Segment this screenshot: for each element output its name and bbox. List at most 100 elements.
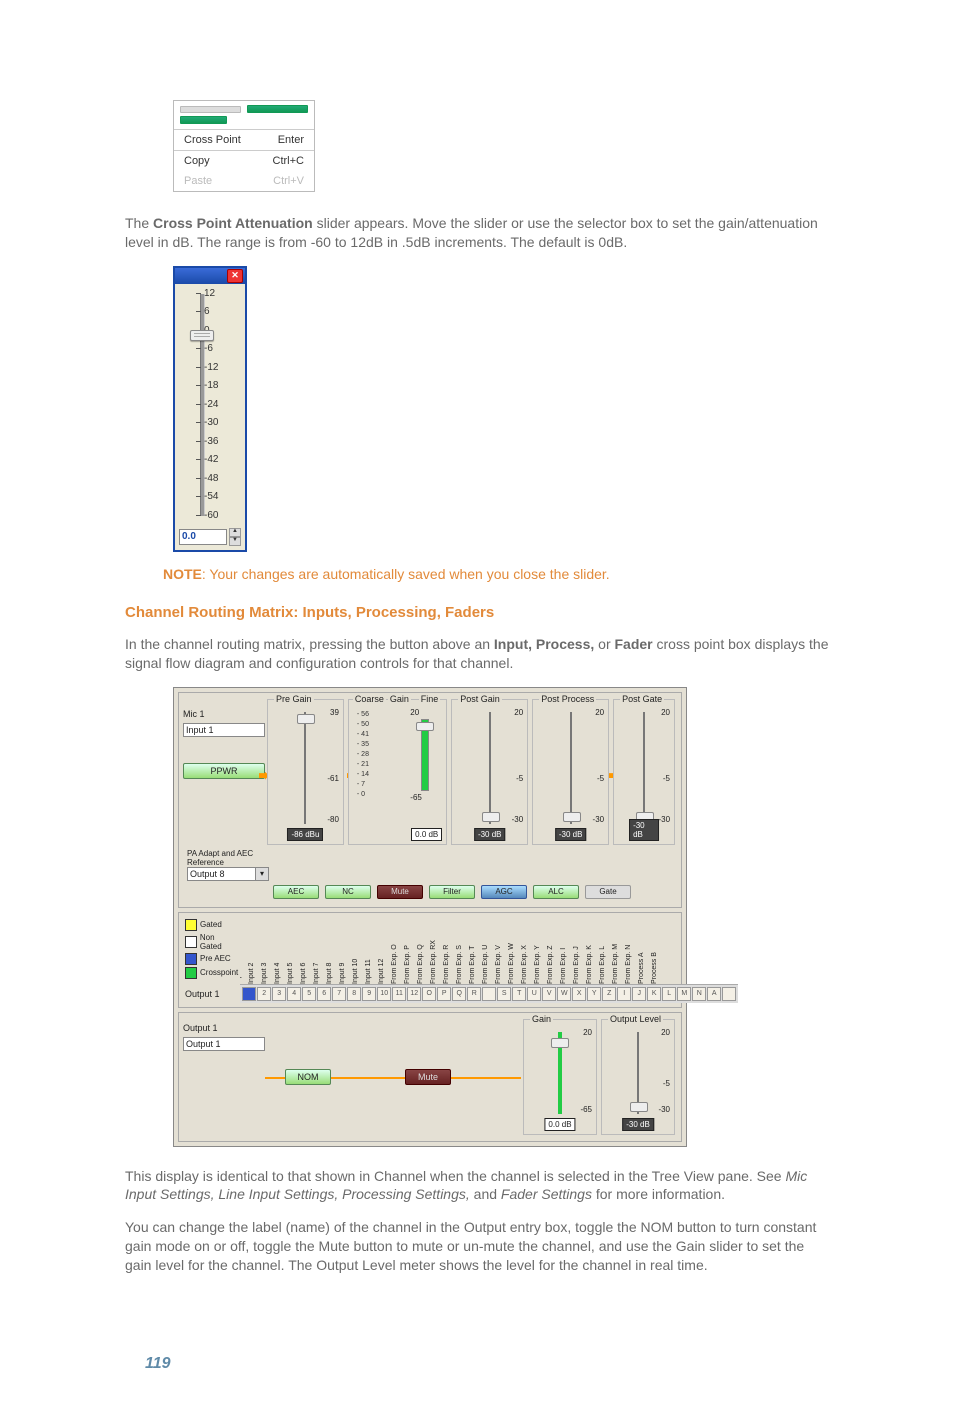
matrix-cell[interactable]: I — [617, 987, 631, 1001]
matrix-column-label: Process B — [610, 972, 658, 984]
matrix-cell[interactable]: V — [542, 987, 556, 1001]
section-heading: Channel Routing Matrix: Inputs, Processi… — [125, 604, 834, 621]
slider-tick: -36 — [204, 436, 234, 447]
matrix-cell[interactable]: U — [527, 987, 541, 1001]
matrix-cell[interactable]: 4 — [287, 987, 301, 1001]
matrix-cell[interactable]: T — [512, 987, 526, 1001]
matrix-cell[interactable]: 2 — [257, 987, 271, 1001]
spin-down-icon[interactable]: ▼ — [229, 537, 241, 546]
input-name-field[interactable]: Input 1 — [183, 723, 265, 737]
matrix-cell[interactable]: 5 — [302, 987, 316, 1001]
slider-tick: -24 — [204, 399, 234, 410]
aec-reference-label: PA Adapt and AEC Reference — [187, 849, 269, 867]
menu-item-label: Copy — [184, 155, 210, 167]
matrix-cell[interactable] — [242, 987, 256, 1001]
window-titlebar: ✕ — [175, 268, 245, 284]
page-number: 119 — [145, 1355, 834, 1373]
attenuation-slider[interactable]: 1260-6-12-18-24-30-36-42-48-54-60 — [184, 290, 236, 520]
spin-up-icon[interactable]: ▲ — [229, 528, 241, 537]
matrix-cell[interactable]: M — [677, 987, 691, 1001]
close-icon[interactable]: ✕ — [227, 269, 243, 283]
pre-gain-stage: Pre Gain 39 -61 -80 -86 dBu — [267, 699, 344, 845]
post-gain-stage: Post Gain 20 -5 -30 -30 dB — [451, 699, 528, 845]
matrix-cell[interactable]: 11 — [392, 987, 406, 1001]
matrix-cell[interactable]: Y — [587, 987, 601, 1001]
slider-tick: -6 — [204, 343, 234, 354]
slider-thumb[interactable] — [190, 330, 214, 341]
paragraph-matrix-intro: In the channel routing matrix, pressing … — [125, 635, 834, 673]
gate-button[interactable]: Gate — [585, 885, 631, 899]
matrix-cell[interactable]: 7 — [332, 987, 346, 1001]
matrix-cell[interactable]: W — [557, 987, 571, 1001]
matrix-cell[interactable]: 10 — [377, 987, 391, 1001]
gain-stage: Coarse Gain Fine - 56- 50- 41- 35- 28- 2… — [348, 699, 447, 845]
paragraph-crosspoint-desc: The Cross Point Attenuation slider appea… — [125, 214, 834, 252]
matrix-cell[interactable]: 3 — [272, 987, 286, 1001]
alc-button[interactable]: ALC — [533, 885, 579, 899]
aec-reference-select[interactable]: Output 8 — [187, 867, 256, 881]
matrix-cell[interactable]: K — [647, 987, 661, 1001]
paragraph-display-identical: This display is identical to that shown … — [125, 1167, 834, 1205]
output-row-label: Output 1 — [185, 989, 220, 999]
attenuation-value-input[interactable]: 0.0 — [179, 529, 227, 545]
matrix-cell[interactable]: 9 — [362, 987, 376, 1001]
output-gain-stage: Gain 20 -65 0.0 dB — [523, 1019, 597, 1135]
matrix-cell[interactable]: A — [707, 987, 721, 1001]
slider-tick: -12 — [204, 362, 234, 373]
matrix-cell[interactable]: N — [692, 987, 706, 1001]
menu-item-shortcut: Ctrl+V — [273, 175, 304, 187]
nom-button[interactable]: NOM — [285, 1069, 331, 1085]
slider-tick: -30 — [204, 417, 234, 428]
matrix-cell[interactable]: S — [497, 987, 511, 1001]
mic-label: Mic 1 — [183, 709, 265, 719]
matrix-cell[interactable]: 8 — [347, 987, 361, 1001]
matrix-cell[interactable]: 12 — [407, 987, 421, 1001]
matrix-cell[interactable]: O — [422, 987, 436, 1001]
slider-tick: 6 — [204, 306, 234, 317]
context-menu-header — [174, 101, 314, 130]
post-process-stage: Post Process 20 -5 -30 -30 dB — [532, 699, 609, 845]
menu-item-label: Paste — [184, 175, 212, 187]
attenuation-slider-window: ✕ 1260-6-12-18-24-30-36-42-48-54-60 0.0 … — [173, 266, 247, 552]
slider-tick: 12 — [204, 288, 234, 299]
mute-button[interactable]: Mute — [405, 1069, 451, 1085]
output-level-stage: Output Level 20 -5 -30 -30 dB — [601, 1019, 675, 1135]
matrix-legend: Gated Non Gated Pre AEC Crosspoint Outpu… — [183, 917, 240, 1003]
aec-button[interactable]: AEC — [273, 885, 319, 899]
paragraph-change-label: You can change the label (name) of the c… — [125, 1218, 834, 1275]
attenuation-spinner[interactable]: ▲ ▼ — [229, 528, 241, 546]
output-panel: Output 1 Output 1 NOM Mute Gain 20 -65 0… — [178, 1012, 682, 1142]
matrix-cell[interactable]: X — [572, 987, 586, 1001]
menu-item-crosspoint[interactable]: Cross Point Enter — [174, 130, 314, 150]
matrix-cell[interactable]: J — [632, 987, 646, 1001]
matrix-cell[interactable] — [722, 987, 736, 1001]
matrix-cell[interactable] — [482, 987, 496, 1001]
slider-tick: -54 — [204, 491, 234, 502]
matrix-cell[interactable]: Z — [602, 987, 616, 1001]
post-gate-stage: Post Gate 20 -5 -30 -30 dB — [613, 699, 675, 845]
slider-tick: -48 — [204, 473, 234, 484]
menu-item-label: Cross Point — [184, 134, 241, 146]
nc-button[interactable]: NC — [325, 885, 371, 899]
dropdown-arrow-icon[interactable]: ▾ — [256, 867, 269, 881]
matrix-cell[interactable]: P — [437, 987, 451, 1001]
matrix-cell[interactable]: 6 — [317, 987, 331, 1001]
menu-item-paste: Paste Ctrl+V — [174, 171, 314, 191]
mute-button[interactable]: Mute — [377, 885, 423, 899]
slider-tick: -42 — [204, 454, 234, 465]
output-name-field[interactable]: Output 1 — [183, 1037, 265, 1051]
matrix-cell[interactable]: L — [662, 987, 676, 1001]
menu-item-shortcut: Enter — [278, 134, 304, 146]
slider-tick: -60 — [204, 510, 234, 521]
input-processing-panel: Mic 1 Input 1 PPWR Pre Gain 39 -61 -80 -… — [178, 692, 682, 908]
ppwr-button[interactable]: PPWR — [183, 763, 265, 779]
menu-item-copy[interactable]: Copy Ctrl+C — [174, 150, 314, 171]
filter-button[interactable]: Filter — [429, 885, 475, 899]
channel-routing-figure: Mic 1 Input 1 PPWR Pre Gain 39 -61 -80 -… — [173, 687, 687, 1147]
output-label: Output 1 — [183, 1023, 265, 1033]
agc-button[interactable]: AGC — [481, 885, 527, 899]
context-menu-figure: Cross Point Enter Copy Ctrl+C Paste Ctrl… — [173, 100, 315, 192]
matrix-cell[interactable]: R — [467, 987, 481, 1001]
menu-item-shortcut: Ctrl+C — [273, 155, 304, 167]
matrix-cell[interactable]: Q — [452, 987, 466, 1001]
